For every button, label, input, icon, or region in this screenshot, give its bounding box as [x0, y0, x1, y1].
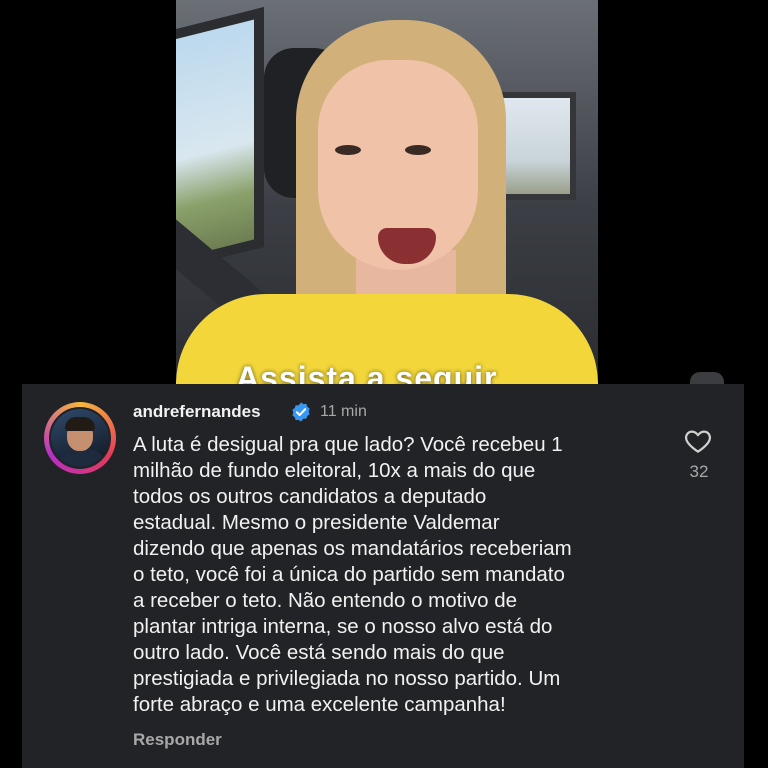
avatar-hair: [65, 417, 95, 431]
comment-username[interactable]: andrefernandes: [133, 402, 261, 422]
comment-card: andrefernandes 11 min A luta é desigual …: [22, 384, 744, 768]
person-eye-left: [335, 145, 361, 155]
person-eye-right: [405, 145, 431, 155]
comment-timestamp: 11 min: [320, 403, 367, 420]
heart-icon[interactable]: [683, 426, 713, 456]
avatar[interactable]: [49, 407, 111, 469]
verified-badge-icon: [292, 402, 310, 422]
like-count: 32: [689, 462, 709, 481]
comment-text: A luta é desigual pra que lado? Você rec…: [133, 433, 572, 716]
video-player[interactable]: Assista a seguir: [0, 0, 768, 392]
reply-button[interactable]: Responder: [133, 730, 222, 750]
video-frame[interactable]: Assista a seguir: [176, 0, 598, 384]
avatar-story-ring[interactable]: [44, 402, 116, 474]
video-overlay-text: Assista a seguir: [236, 360, 498, 384]
